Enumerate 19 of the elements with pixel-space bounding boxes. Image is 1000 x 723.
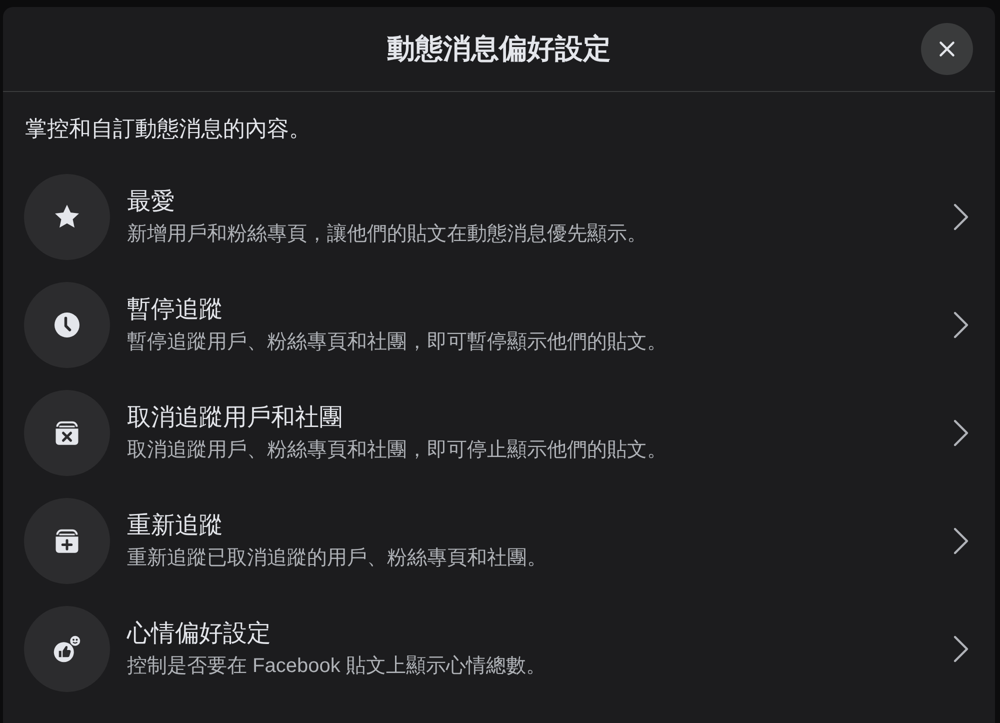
option-description: 新增用戶和粉絲專頁，讓他們的貼文在動態消息優先顯示。 (127, 222, 647, 247)
dialog-subtitle: 掌控和自訂動態消息的內容。 (24, 115, 312, 143)
option-description: 控制是否要在 Facebook 貼文上顯示心情總數。 (127, 654, 546, 679)
option-description: 取消追蹤用戶、粉絲專頁和社團，即可停止顯示他們的貼文。 (127, 438, 667, 463)
option-title[interactable]: 取消追蹤用戶和社團 (127, 402, 343, 434)
dialog-title: 動態消息偏好設定 (387, 32, 611, 66)
option-description: 暫停追蹤用戶、粉絲專頁和社團，即可暫停顯示他們的貼文。 (127, 330, 667, 355)
option-title[interactable]: 重新追蹤 (127, 510, 223, 542)
chevron-right-icon[interactable] (953, 419, 969, 447)
option-description: 重新追蹤已取消追蹤的用戶、粉絲專頁和社團。 (127, 546, 547, 571)
option-title[interactable]: 最愛 (127, 186, 175, 218)
chevron-right-icon[interactable] (953, 311, 969, 339)
chevron-right-icon[interactable] (953, 635, 969, 663)
chevron-right-icon[interactable] (953, 203, 969, 231)
chevron-right-icon[interactable] (953, 527, 969, 555)
option-title[interactable]: 暫停追蹤 (127, 294, 223, 326)
option-title[interactable]: 心情偏好設定 (127, 618, 271, 650)
close-button[interactable] (921, 23, 973, 75)
close-icon (938, 40, 956, 58)
